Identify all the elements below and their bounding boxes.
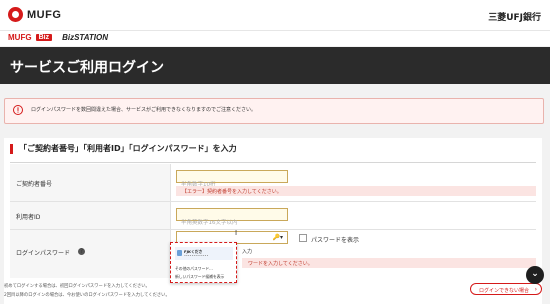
contract-number-label-cell: ご契約者番号: [10, 164, 171, 201]
saved-password-item[interactable]: FJKくださ •••••••••••••: [175, 247, 233, 260]
footnote-first-login: 初めてログインする場合は、初回ログインパスワードを入力してください。: [4, 284, 150, 289]
mufg-mark-icon: [8, 7, 23, 22]
user-id-label-cell: 利用者ID: [10, 202, 171, 229]
bizstation-logo[interactable]: MUFG Biz BizSTATION: [8, 33, 108, 42]
scroll-down-button[interactable]: ⌄: [526, 266, 544, 284]
text-cursor-icon: I: [235, 229, 238, 237]
suggest-password-item[interactable]: 新しいパスワード候補を表示: [175, 274, 233, 280]
contract-number-field[interactable]: [176, 170, 288, 191]
mufg-small-label: MUFG: [8, 33, 32, 42]
bank-name: 三菱UFJ銀行: [488, 13, 541, 23]
password-hint-text: 入力: [242, 249, 253, 255]
user-id-label: 利用者ID: [16, 214, 41, 221]
contract-number-error-text: 【エラー】契約者番号を入力してください。: [182, 189, 282, 195]
show-password-checkbox[interactable]: [299, 234, 307, 242]
user-id-field[interactable]: [176, 208, 288, 229]
password-error-text: ワードを入力してください。: [248, 261, 313, 267]
page-title: サービスご利用ログイン: [10, 60, 164, 76]
contract-number-label: ご契約者番号: [16, 181, 53, 188]
contract-number-row: ご契約者番号 【エラー】契約者番号を入力してください。: [10, 164, 536, 202]
mufg-logo[interactable]: MUFG: [8, 7, 61, 22]
password-row: ログインパスワード ? 🔑▾ I パスワードを表示 入力 ワードを入力してくださ…: [10, 229, 536, 278]
arrow-right-icon: ›: [534, 286, 537, 293]
show-password-label[interactable]: パスワードを表示: [311, 235, 359, 244]
saved-password-mask: •••••••••••••: [184, 254, 209, 258]
user-id-input[interactable]: [177, 217, 287, 229]
biz-badge: Biz: [35, 34, 53, 41]
warning-notice: ログインパスワードを数回間違えた場合、サービスがご利用できなくなりますのでご注意…: [4, 98, 544, 124]
password-label: ログインパスワード: [16, 250, 71, 257]
saved-password-icon: [177, 250, 182, 256]
password-error: ワードを入力してください。: [242, 258, 536, 268]
top-bar: MUFG 三菱UFJ銀行: [0, 0, 550, 30]
key-icon[interactable]: 🔑▾: [273, 234, 283, 241]
login-form: 「ご契約者番号」「利用者ID」「ログインパスワード」を入力 ご契約者番号 【エラ…: [4, 138, 542, 304]
page-header: サービスご利用ログイン: [0, 47, 550, 84]
user-id-row: 利用者ID: [10, 202, 536, 230]
other-passwords-item[interactable]: その他のパスワード...: [175, 266, 233, 272]
password-label-cell: ログインパスワード ?: [10, 230, 171, 278]
bizstation-label: BizSTATION: [62, 33, 108, 42]
contract-number-error: 【エラー】契約者番号を入力してください。: [176, 186, 536, 196]
chevron-down-icon: ⌄: [531, 269, 539, 279]
warning-icon: [13, 105, 23, 115]
service-bar: MUFG Biz BizSTATION: [0, 30, 550, 46]
section-divider: [10, 162, 536, 163]
password-help-icon[interactable]: ?: [78, 248, 85, 255]
notice-text: ログインパスワードを数回間違えた場合、サービスがご利用できなくなりますのでご注意…: [31, 107, 257, 113]
cannot-login-button[interactable]: ログインできない場合 ›: [470, 283, 542, 295]
autofill-popup: FJKくださ ••••••••••••• その他のパスワード... 新しいパスワ…: [170, 242, 237, 283]
cannot-login-label: ログインできない場合: [479, 288, 530, 294]
brand-name: MUFG: [27, 8, 62, 21]
footnote-subsequent-login: 2回目以降のログインの場合は、今お使いのログインパスワードを入力してください。: [4, 293, 170, 298]
section-title: 「ご契約者番号」「利用者ID」「ログインパスワード」を入力: [10, 144, 237, 154]
